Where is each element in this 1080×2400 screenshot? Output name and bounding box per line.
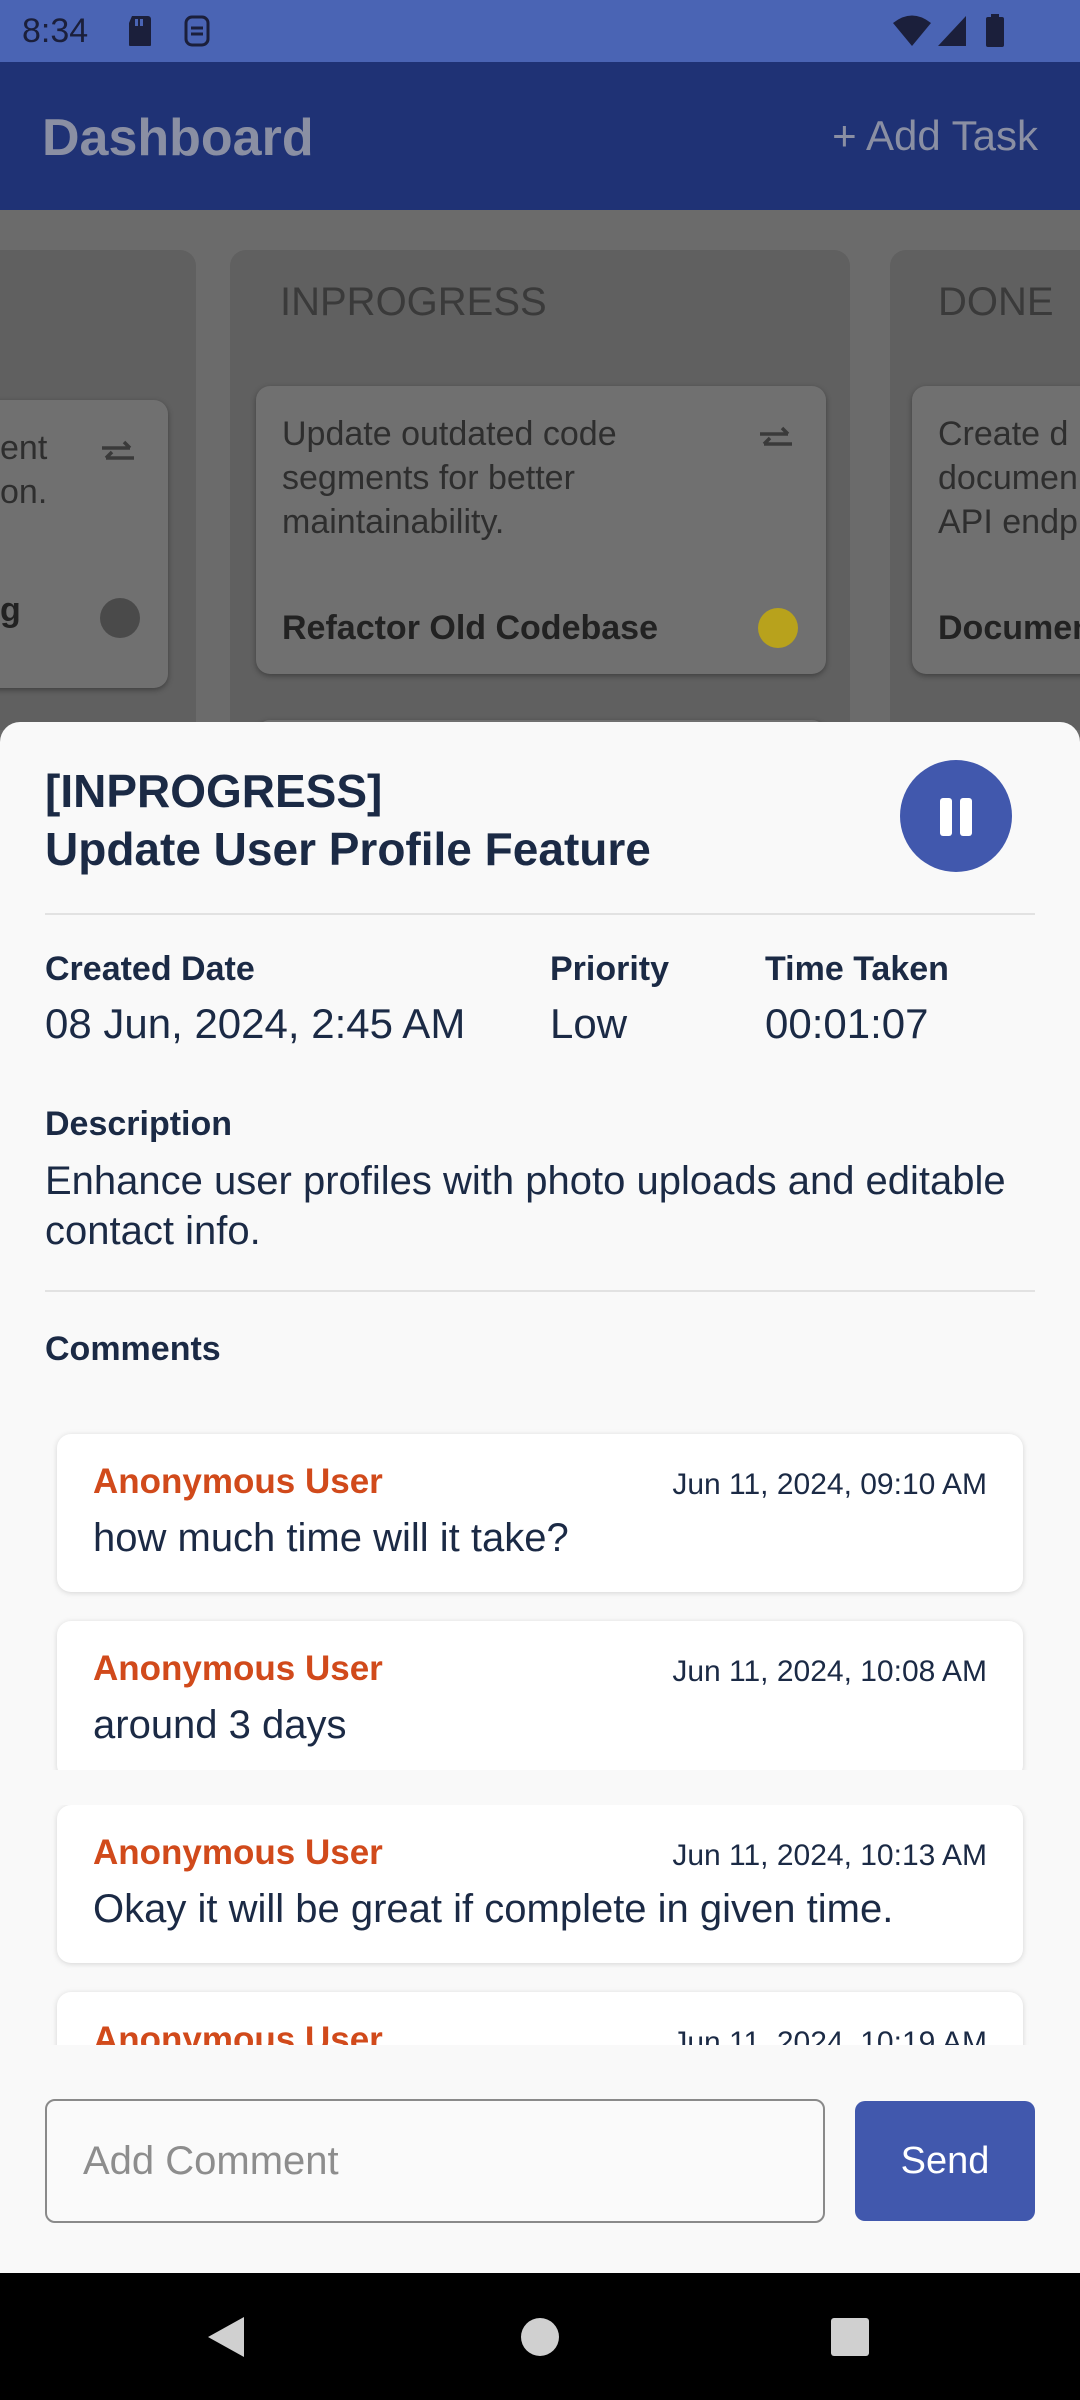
sd-card-icon <box>129 16 151 46</box>
board-column-inprogress: INPROGRESS Update outdated code segments… <box>230 250 850 730</box>
time-taken-label: Time Taken <box>765 950 949 988</box>
comment-item: Anonymous User Jun 11, 2024, 10:08 AM ar… <box>57 1621 1023 1770</box>
add-task-button[interactable]: + Add Task <box>832 112 1038 160</box>
back-icon[interactable] <box>204 2313 248 2361</box>
time-taken-value: 00:01:07 <box>765 1000 929 1047</box>
task-description: Enhance user profiles with photo uploads… <box>45 1159 1006 1253</box>
column-title: INPROGRESS <box>280 280 547 324</box>
comment-item: Anonymous User Jun 11, 2024, 10:19 AM <box>57 1992 1023 2045</box>
add-comment-input[interactable] <box>45 2099 825 2223</box>
battery-icon <box>986 14 1004 47</box>
comment-item: Anonymous User Jun 11, 2024, 09:10 AM ho… <box>57 1434 1023 1592</box>
swap-icon[interactable] <box>756 424 796 454</box>
task-title-block: [INPROGRESS] Update User Profile Feature <box>45 762 651 878</box>
comment-composer: Send <box>0 2099 1080 2229</box>
sim-icon <box>184 15 210 47</box>
kanban-board: ent on. g INPROGRESS Update outdated cod… <box>0 210 1080 730</box>
comment-author: Anonymous User <box>93 1462 383 1501</box>
page-title: Dashboard <box>42 109 314 167</box>
comments-list[interactable]: Anonymous User Jun 11, 2024, 09:10 AM ho… <box>0 1422 1080 1770</box>
description-label: Description <box>45 1105 233 1143</box>
comment-text: how much time will it take? <box>93 1516 569 1560</box>
system-nav-bar <box>0 2273 1080 2400</box>
swap-icon[interactable] <box>98 438 138 468</box>
comment-date: Jun 11, 2024, 10:08 AM <box>672 1655 987 1688</box>
comments-label: Comments <box>45 1330 221 1368</box>
created-date-label: Created Date <box>45 950 255 988</box>
task-card[interactable]: ent on. g <box>0 400 168 688</box>
task-card-title: g <box>0 591 21 629</box>
comments-list-continued[interactable]: Anonymous User Jun 11, 2024, 10:13 AM Ok… <box>0 1805 1080 2045</box>
board-column-done: DONE Create d documen API endp Documen <box>890 250 1080 730</box>
pause-icon <box>960 798 972 836</box>
created-date-value: 08 Jun, 2024, 2:45 AM <box>45 1000 466 1047</box>
task-card-title: Refactor Old Codebase <box>282 609 658 647</box>
pause-button[interactable] <box>900 760 1012 872</box>
bug-icon <box>100 598 140 638</box>
divider <box>45 913 1035 915</box>
divider <box>45 1290 1035 1292</box>
task-card-description: Create d documen API endp <box>938 415 1078 541</box>
bug-icon <box>758 608 798 648</box>
task-card-description: Update outdated code segments for better… <box>282 415 617 541</box>
comment-author: Anonymous User <box>93 1833 383 1872</box>
task-card[interactable]: Update outdated code segments for better… <box>256 386 826 674</box>
app-bar: Dashboard + Add Task <box>0 62 1080 210</box>
comment-date: Jun 11, 2024, 09:10 AM <box>672 1468 987 1501</box>
home-icon[interactable] <box>520 2317 560 2357</box>
status-bar: 8:34 <box>0 0 1080 62</box>
pause-icon <box>940 798 952 836</box>
task-card[interactable]: Create d documen API endp Documen <box>912 386 1080 674</box>
task-status: [INPROGRESS] <box>45 765 383 817</box>
priority-value: Low <box>550 1000 628 1047</box>
comment-author: Anonymous User <box>93 1649 383 1688</box>
task-title: Update User Profile Feature <box>45 823 651 875</box>
signal-icon <box>938 16 966 46</box>
comment-text: Okay it will be great if complete in giv… <box>93 1887 894 1931</box>
priority-label: Priority <box>550 950 670 988</box>
status-time: 8:34 <box>22 12 89 50</box>
comment-text: around 3 days <box>93 1703 347 1747</box>
wifi-icon <box>893 15 931 46</box>
comment-item: Anonymous User Jun 11, 2024, 10:13 AM Ok… <box>57 1805 1023 1963</box>
column-title: DONE <box>938 280 1054 324</box>
comment-date: Jun 11, 2024, 10:13 AM <box>672 1839 987 1872</box>
task-card-title: Documen <box>938 609 1080 647</box>
task-detail-sheet: [INPROGRESS] Update User Profile Feature… <box>0 722 1080 2273</box>
send-button[interactable]: Send <box>855 2101 1035 2221</box>
comment-author: Anonymous User <box>93 2020 383 2045</box>
board-column: ent on. g <box>0 250 196 730</box>
comment-date: Jun 11, 2024, 10:19 AM <box>672 2026 987 2045</box>
recents-icon[interactable] <box>830 2317 870 2357</box>
